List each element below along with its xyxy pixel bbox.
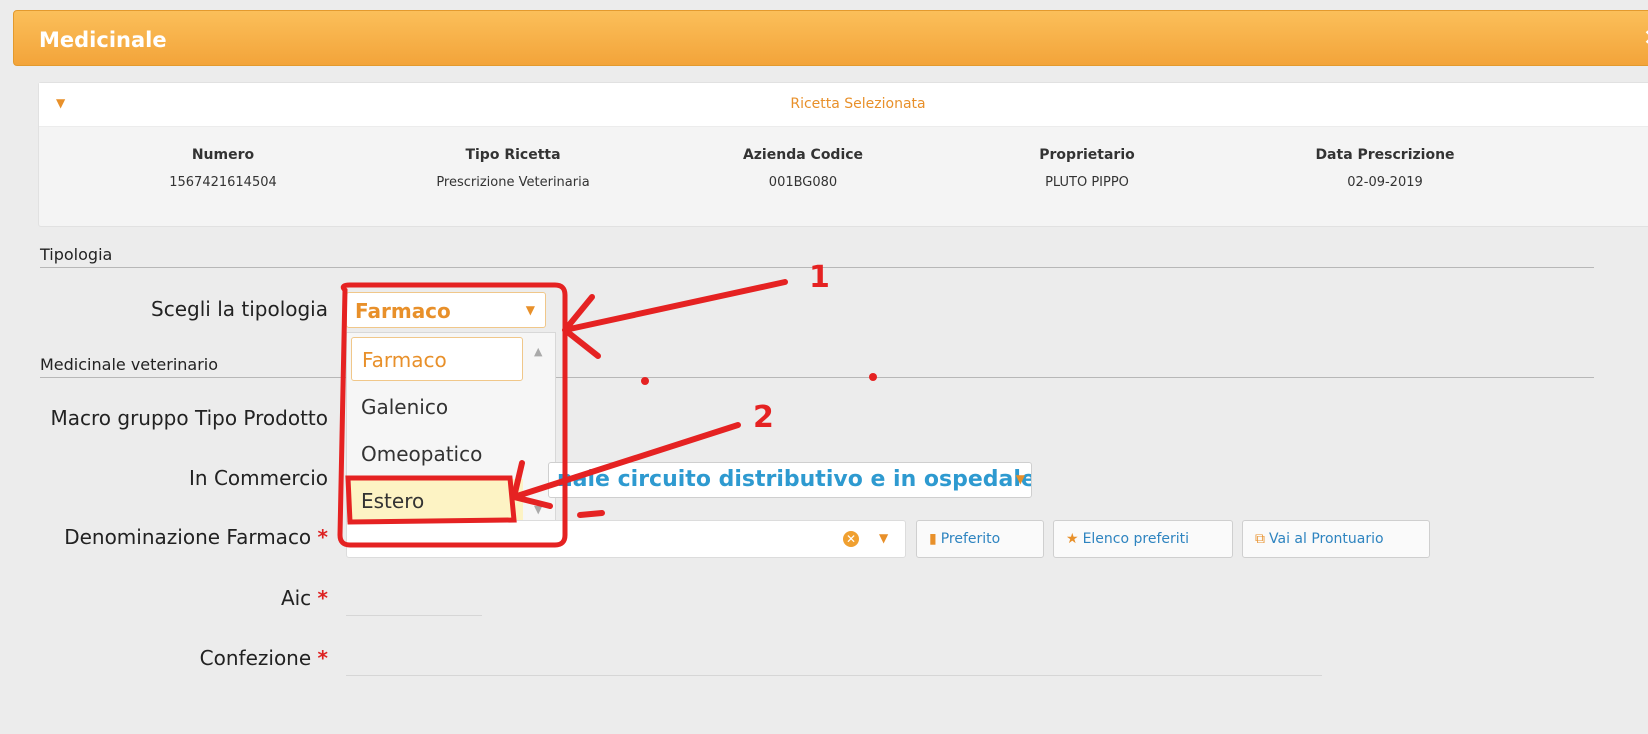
annotation-box-2 [345,475,517,525]
annotation-arrow-1 [562,279,788,359]
annotation-number-1: 1 [809,260,830,295]
annotation-number-2: 2 [753,400,774,435]
annotation-arrow-2 [511,422,741,509]
annotation-overlay [337,279,877,548]
annotation-dot [641,377,649,385]
annotation-stroke [577,510,605,518]
annotation-box-1 [337,282,568,548]
annotation-dot [869,373,877,381]
